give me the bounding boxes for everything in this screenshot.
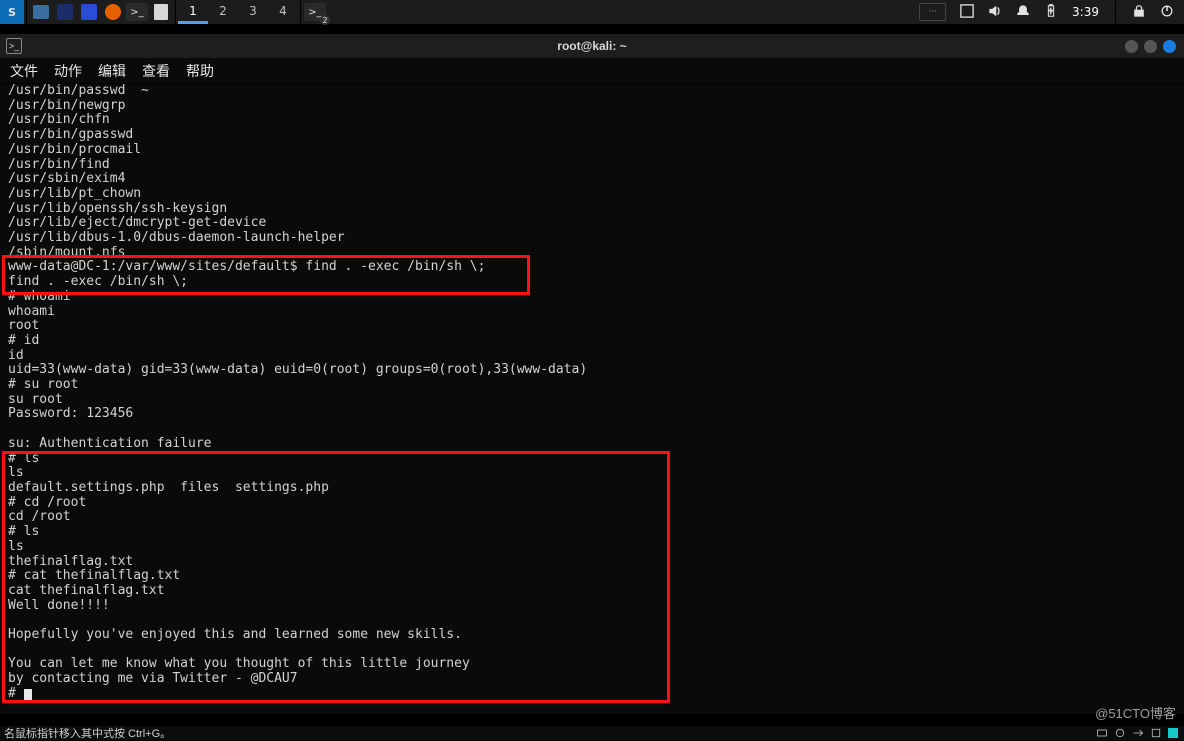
terminal-body[interactable]: /usr/bin/passwd ~ /usr/bin/newgrp /usr/b… (0, 84, 1184, 702)
terminal-window: >_ root@kali: ~ 文件 动作 编辑 查看 帮助 /usr/bin/… (0, 34, 1184, 714)
battery-icon[interactable] (1044, 4, 1058, 21)
bt-usb-icon (1132, 727, 1144, 739)
bt-net-icon (1096, 727, 1108, 739)
terminal-menubar: 文件 动作 编辑 查看 帮助 (0, 58, 1184, 84)
separator (1115, 1, 1116, 23)
desktop-taskbar: S >_ 1 2 3 4 >_ 2 ··· 3:39 (0, 0, 1184, 24)
file-manager-icon[interactable] (29, 0, 53, 24)
notifications-icon[interactable] (1016, 4, 1030, 21)
firefox-icon[interactable] (101, 0, 125, 24)
terminal-title: root@kali: ~ (557, 39, 626, 53)
workspace-1[interactable]: 1 (178, 0, 208, 24)
bt-snd-icon (1150, 727, 1162, 739)
terminal-output[interactable]: /usr/bin/passwd ~ /usr/bin/newgrp /usr/b… (8, 84, 1176, 702)
terminal-titlebar[interactable]: >_ root@kali: ~ (0, 34, 1184, 58)
menu-file[interactable]: 文件 (10, 61, 38, 81)
watermark: @51CTO博客 (1095, 703, 1176, 722)
window-minimize-button[interactable] (1125, 40, 1138, 53)
terminal-cursor (24, 689, 32, 702)
systray-widget[interactable]: ··· (919, 3, 946, 21)
volume-icon[interactable] (988, 4, 1002, 21)
menu-edit[interactable]: 编辑 (98, 61, 126, 81)
host-status-text: 名鼠标指针移入其中式按 Ctrl+G。 (0, 725, 171, 741)
workspace-3[interactable]: 3 (238, 0, 268, 24)
kali-menu-icon[interactable]: S (0, 0, 24, 24)
separator (300, 1, 301, 23)
separator (26, 1, 27, 23)
menu-help[interactable]: 帮助 (186, 61, 214, 81)
bt-vm-indicator (1168, 728, 1178, 738)
terminal-titlebar-icon: >_ (6, 38, 22, 54)
lock-icon[interactable] (1132, 4, 1146, 21)
window-close-button[interactable] (1163, 40, 1176, 53)
bt-disk-icon (1114, 727, 1126, 739)
show-desktop-icon[interactable] (960, 4, 974, 21)
workspace-4[interactable]: 4 (268, 0, 298, 24)
terminal-launcher-icon[interactable]: >_ (125, 0, 149, 24)
power-icon[interactable] (1160, 4, 1174, 21)
menu-view[interactable]: 查看 (142, 61, 170, 81)
menu-action[interactable]: 动作 (54, 61, 82, 81)
editor-icon[interactable] (149, 0, 173, 24)
app-icon-2[interactable] (77, 0, 101, 24)
app-icon-1[interactable] (53, 0, 77, 24)
separator (175, 1, 176, 23)
workspace-2[interactable]: 2 (208, 0, 238, 24)
running-terminal-icon[interactable]: >_ 2 (303, 0, 327, 24)
taskbar-clock[interactable]: 3:39 (1072, 5, 1099, 19)
host-status-bar: 名鼠标指针移入其中式按 Ctrl+G。 (0, 726, 1184, 740)
window-maximize-button[interactable] (1144, 40, 1157, 53)
